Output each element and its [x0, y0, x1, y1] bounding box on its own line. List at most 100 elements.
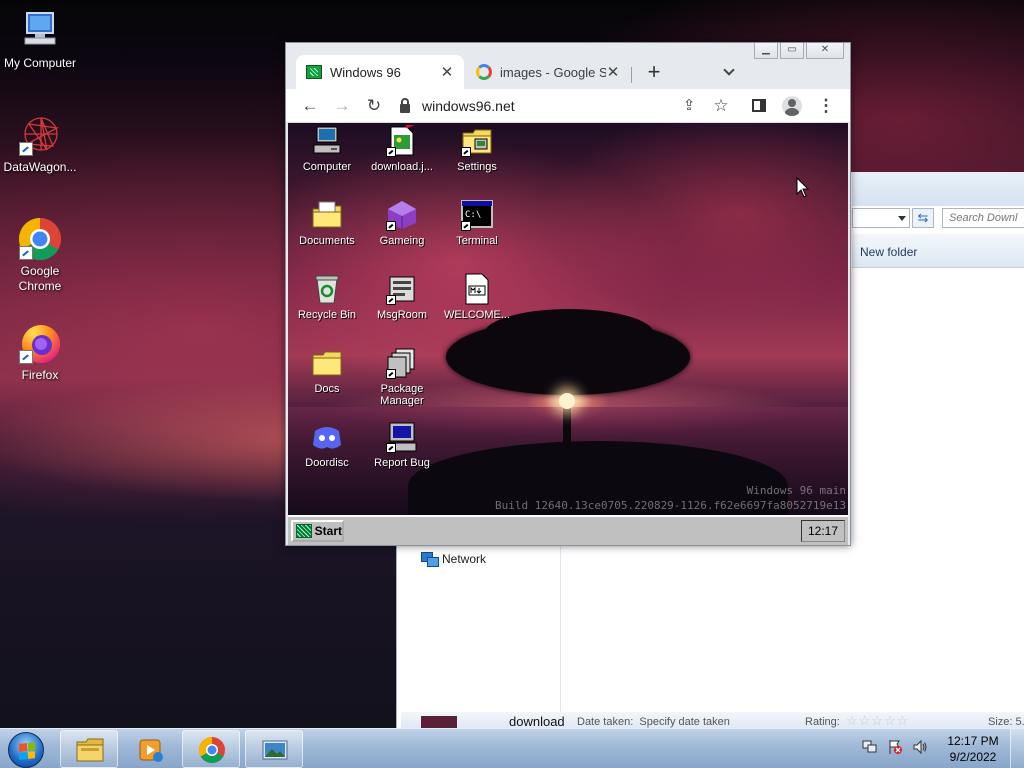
forward-arrow-icon[interactable]: →: [332, 96, 352, 116]
w96-icon-gameing[interactable]: Gameing: [364, 199, 440, 247]
w96-taskbar: Start 12:17: [288, 515, 848, 545]
network-tray-icon[interactable]: [862, 739, 878, 755]
chevron-down-icon[interactable]: [898, 216, 906, 221]
w96-icon-label: WELCOME...: [443, 309, 510, 321]
shortcut-arrow-icon: [386, 221, 396, 231]
date-taken-label: Date taken:: [577, 716, 634, 728]
shortcut-arrow-icon: [461, 221, 471, 231]
windows-logo-icon: [19, 742, 35, 760]
taskbar-app-media-player[interactable]: [121, 730, 179, 768]
w96-start-button[interactable]: Start: [291, 520, 344, 542]
firefox-icon: [17, 320, 63, 366]
chrome-window[interactable]: ▁ ▭ ✕ Windows 96 ✕ images - Google Se ✕ …: [285, 42, 851, 546]
shortcut-arrow-icon: [386, 295, 396, 305]
w96-icon-label: Settings: [457, 161, 497, 173]
desktop-icon-datawagon[interactable]: DataWagon...: [0, 112, 80, 175]
w96-icon-label: Recycle Bin: [297, 309, 357, 321]
w96-icon-label: Gameing: [379, 235, 425, 247]
search-input[interactable]: Search Downl: [942, 208, 1024, 228]
file-size-label: Size:: [988, 716, 1013, 728]
profile-avatar[interactable]: [782, 96, 802, 116]
bookmark-star-icon[interactable]: ☆: [711, 96, 731, 116]
share-icon[interactable]: ⇪: [679, 96, 699, 116]
shortcut-arrow-icon: [461, 147, 471, 157]
w96-icon-package-manager[interactable]: Package Manager: [364, 347, 440, 407]
w96-icon-label: Documents: [299, 235, 355, 247]
rating-label: Rating:: [805, 716, 840, 728]
close-tab-icon[interactable]: ✕: [440, 63, 454, 81]
windows96-page[interactable]: Computer Documents Recycle Bin Docs Door…: [288, 123, 848, 545]
rating-stars[interactable]: ☆☆☆☆☆: [846, 713, 909, 728]
clock-time: 12:17 PM: [947, 734, 999, 748]
tab-search-chevron-icon[interactable]: [722, 65, 736, 79]
w96-icon-report-bug[interactable]: Report Bug: [364, 421, 440, 469]
date-taken-value[interactable]: Specify date taken: [639, 716, 730, 728]
volume-icon[interactable]: [912, 739, 928, 755]
close-tab-icon[interactable]: ✕: [606, 63, 620, 81]
new-folder-button[interactable]: New folder: [860, 245, 917, 259]
desktop-icon-label: My Computer: [3, 56, 77, 70]
tab-google-images[interactable]: images - Google Se ✕: [466, 55, 630, 89]
start-orb-button[interactable]: [8, 732, 44, 768]
menu-kebab-icon[interactable]: ⋮: [816, 96, 836, 116]
datawagon-icon: [17, 112, 63, 158]
desktop-icon-label: Google Chrome: [18, 264, 62, 293]
clock-date: 9/2/2022: [949, 750, 997, 764]
desktop-icon-my-computer[interactable]: My Computer: [0, 8, 80, 71]
svg-text:C:\: C:\: [465, 210, 481, 220]
tab-title: Windows 96: [330, 64, 401, 80]
taskbar-app-explorer[interactable]: [60, 730, 118, 768]
file-thumbnail: [421, 716, 457, 728]
back-arrow-icon[interactable]: ←: [300, 96, 320, 116]
new-tab-button[interactable]: +: [644, 61, 664, 83]
browser-toolbar: ← → ↻ windows96.net ⇪ ☆ ⋮: [286, 89, 850, 123]
doordisc-icon: [311, 421, 343, 453]
taskbar-clock[interactable]: 12:17 PM 9/2/2022: [938, 733, 1008, 765]
reload-icon[interactable]: ↻: [364, 96, 384, 116]
settings-icon: [461, 125, 493, 157]
w96-icon-label: Report Bug: [374, 457, 430, 469]
side-panel-icon[interactable]: [752, 99, 766, 112]
w96-icon-recycle-bin[interactable]: Recycle Bin: [289, 273, 365, 321]
file-size: Size: 5.2: [988, 716, 1024, 728]
url-text[interactable]: windows96.net: [422, 98, 515, 114]
w96-icon-computer[interactable]: Computer: [289, 125, 365, 173]
date-taken: Date taken: Specify date taken: [577, 716, 730, 728]
show-desktop-button[interactable]: [1010, 729, 1024, 768]
computer-icon: [17, 8, 63, 54]
w96-icon-terminal[interactable]: C:\ Terminal: [439, 199, 515, 247]
tab-windows96[interactable]: Windows 96 ✕: [296, 55, 464, 89]
action-center-flag-icon[interactable]: [887, 739, 903, 755]
w96-icon-label: Doordisc: [305, 457, 349, 469]
explorer-address-bar[interactable]: [852, 208, 910, 228]
refresh-icon[interactable]: ⇆: [912, 208, 934, 228]
desktop-icon-label: Firefox: [21, 368, 59, 382]
tab-strip: Windows 96 ✕ images - Google Se ✕ +: [286, 49, 850, 89]
lock-icon[interactable]: [400, 98, 410, 113]
desktop-icon-google-chrome[interactable]: Google Chrome: [0, 216, 80, 294]
media-player-icon: [137, 736, 165, 764]
w96-icon-settings[interactable]: Settings: [439, 125, 515, 173]
w96-icon-doordisc[interactable]: Doordisc: [289, 421, 365, 469]
taskbar-app-photo-viewer[interactable]: [245, 730, 303, 768]
w96-icon-documents[interactable]: Documents: [289, 199, 365, 247]
nav-pane-divider[interactable]: [560, 542, 561, 712]
w96-icon-welcome[interactable]: WELCOME...: [439, 273, 515, 321]
w96-icon-label: Terminal: [456, 235, 498, 247]
desktop: My Computer DataWagon... Google Chrome F…: [0, 0, 1024, 728]
shortcut-arrow-icon: [19, 246, 33, 260]
desktop-icon-firefox[interactable]: Firefox: [0, 320, 80, 383]
file-size-value: 5.2: [1015, 716, 1024, 728]
explorer-icon: [76, 736, 104, 764]
explorer-titlebar[interactable]: [852, 172, 1024, 206]
msgroom-icon: [386, 273, 418, 305]
chrome-icon: [17, 216, 63, 262]
nav-item-network[interactable]: Network: [421, 552, 486, 567]
w96-icon-msgroom[interactable]: MsgRoom: [364, 273, 440, 321]
tab-separator: [631, 67, 632, 83]
system-tray: [862, 739, 928, 755]
w96-icon-download-jpg[interactable]: download.j...: [364, 123, 440, 173]
taskbar-app-chrome[interactable]: [182, 730, 240, 768]
w96-icon-docs[interactable]: Docs: [289, 347, 365, 395]
details-pane: download Date taken: Specify date taken …: [401, 712, 1024, 728]
